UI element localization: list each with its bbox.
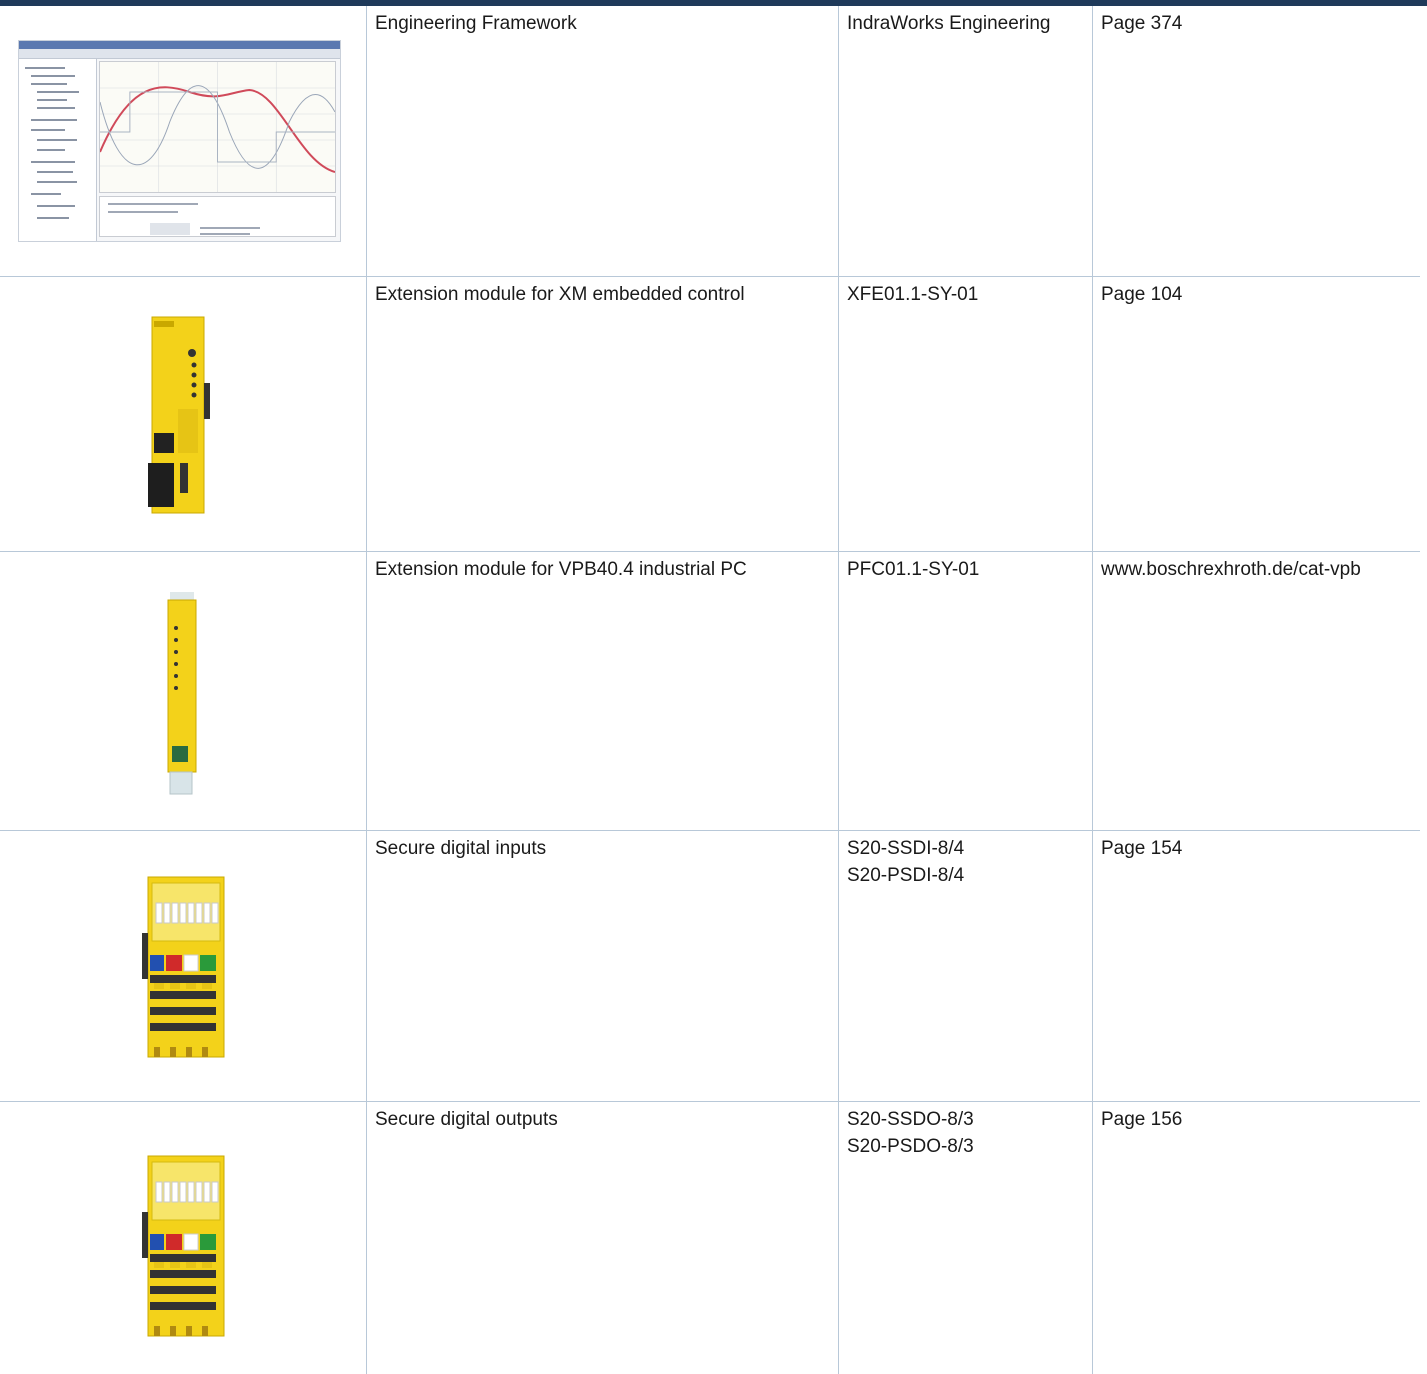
type-code-cell: IndraWorks Engineering bbox=[839, 6, 1093, 276]
product-table: Engineering Framework IndraWorks Enginee… bbox=[0, 6, 1427, 1374]
description-cell: Secure digital outputs bbox=[367, 1102, 839, 1374]
s20-input-module-image bbox=[142, 876, 225, 1058]
website-reference-text: www.boschrexhroth.de/cat-vpb bbox=[1101, 559, 1361, 580]
xfe-module-image bbox=[148, 316, 210, 514]
type-code-text: S20-SSDI-8/4 bbox=[847, 838, 965, 859]
type-code-text: IndraWorks Engineering bbox=[847, 13, 1051, 34]
reference-cell: Page 154 bbox=[1093, 831, 1420, 1101]
product-image-cell bbox=[0, 6, 367, 276]
description-cell: Extension module for XM embedded control bbox=[367, 277, 839, 551]
software-screenshot-image bbox=[18, 40, 341, 242]
type-code-text: S20-SSDO-8/3 bbox=[847, 1109, 974, 1130]
pfc-card-image bbox=[167, 592, 197, 795]
description-cell: Engineering Framework bbox=[367, 6, 839, 276]
type-code-text: S20-PSDO-8/3 bbox=[847, 1136, 974, 1157]
type-code-cell: XFE01.1-SY-01 bbox=[839, 277, 1093, 551]
table-row: Secure digital outputs S20-SSDO-8/3 S20-… bbox=[0, 1102, 1420, 1374]
type-code-cell: S20-SSDI-8/4 S20-PSDI-8/4 bbox=[839, 831, 1093, 1101]
description-text: Secure digital outputs bbox=[375, 1109, 558, 1130]
type-code-cell: S20-SSDO-8/3 S20-PSDO-8/3 bbox=[839, 1102, 1093, 1374]
page-reference-text: Page 374 bbox=[1101, 13, 1183, 34]
table-row: Extension module for VPB40.4 industrial … bbox=[0, 552, 1420, 831]
product-image-cell bbox=[0, 552, 367, 830]
type-code-text: PFC01.1-SY-01 bbox=[847, 559, 980, 580]
table-row: Extension module for XM embedded control… bbox=[0, 277, 1420, 552]
type-code-text: XFE01.1-SY-01 bbox=[847, 284, 979, 305]
type-code-cell: PFC01.1-SY-01 bbox=[839, 552, 1093, 830]
type-code-text: S20-PSDI-8/4 bbox=[847, 865, 965, 886]
s20-output-module-image bbox=[142, 1155, 225, 1337]
product-image-cell bbox=[0, 831, 367, 1101]
description-text: Extension module for VPB40.4 industrial … bbox=[375, 559, 747, 580]
reference-cell: Page 104 bbox=[1093, 277, 1420, 551]
reference-cell: Page 156 bbox=[1093, 1102, 1420, 1374]
table-row: Secure digital inputs S20-SSDI-8/4 S20-P… bbox=[0, 831, 1420, 1102]
page-reference-text: Page 104 bbox=[1101, 284, 1183, 305]
reference-cell: www.boschrexhroth.de/cat-vpb bbox=[1093, 552, 1420, 830]
page-reference-text: Page 154 bbox=[1101, 838, 1183, 859]
description-cell: Extension module for VPB40.4 industrial … bbox=[367, 552, 839, 830]
page-reference-text: Page 156 bbox=[1101, 1109, 1183, 1130]
description-text: Engineering Framework bbox=[375, 13, 577, 34]
product-image-cell bbox=[0, 277, 367, 551]
table-row: Engineering Framework IndraWorks Enginee… bbox=[0, 6, 1420, 277]
description-cell: Secure digital inputs bbox=[367, 831, 839, 1101]
reference-cell: Page 374 bbox=[1093, 6, 1420, 276]
description-text: Extension module for XM embedded control bbox=[375, 284, 745, 305]
description-text: Secure digital inputs bbox=[375, 838, 547, 859]
product-image-cell bbox=[0, 1102, 367, 1374]
